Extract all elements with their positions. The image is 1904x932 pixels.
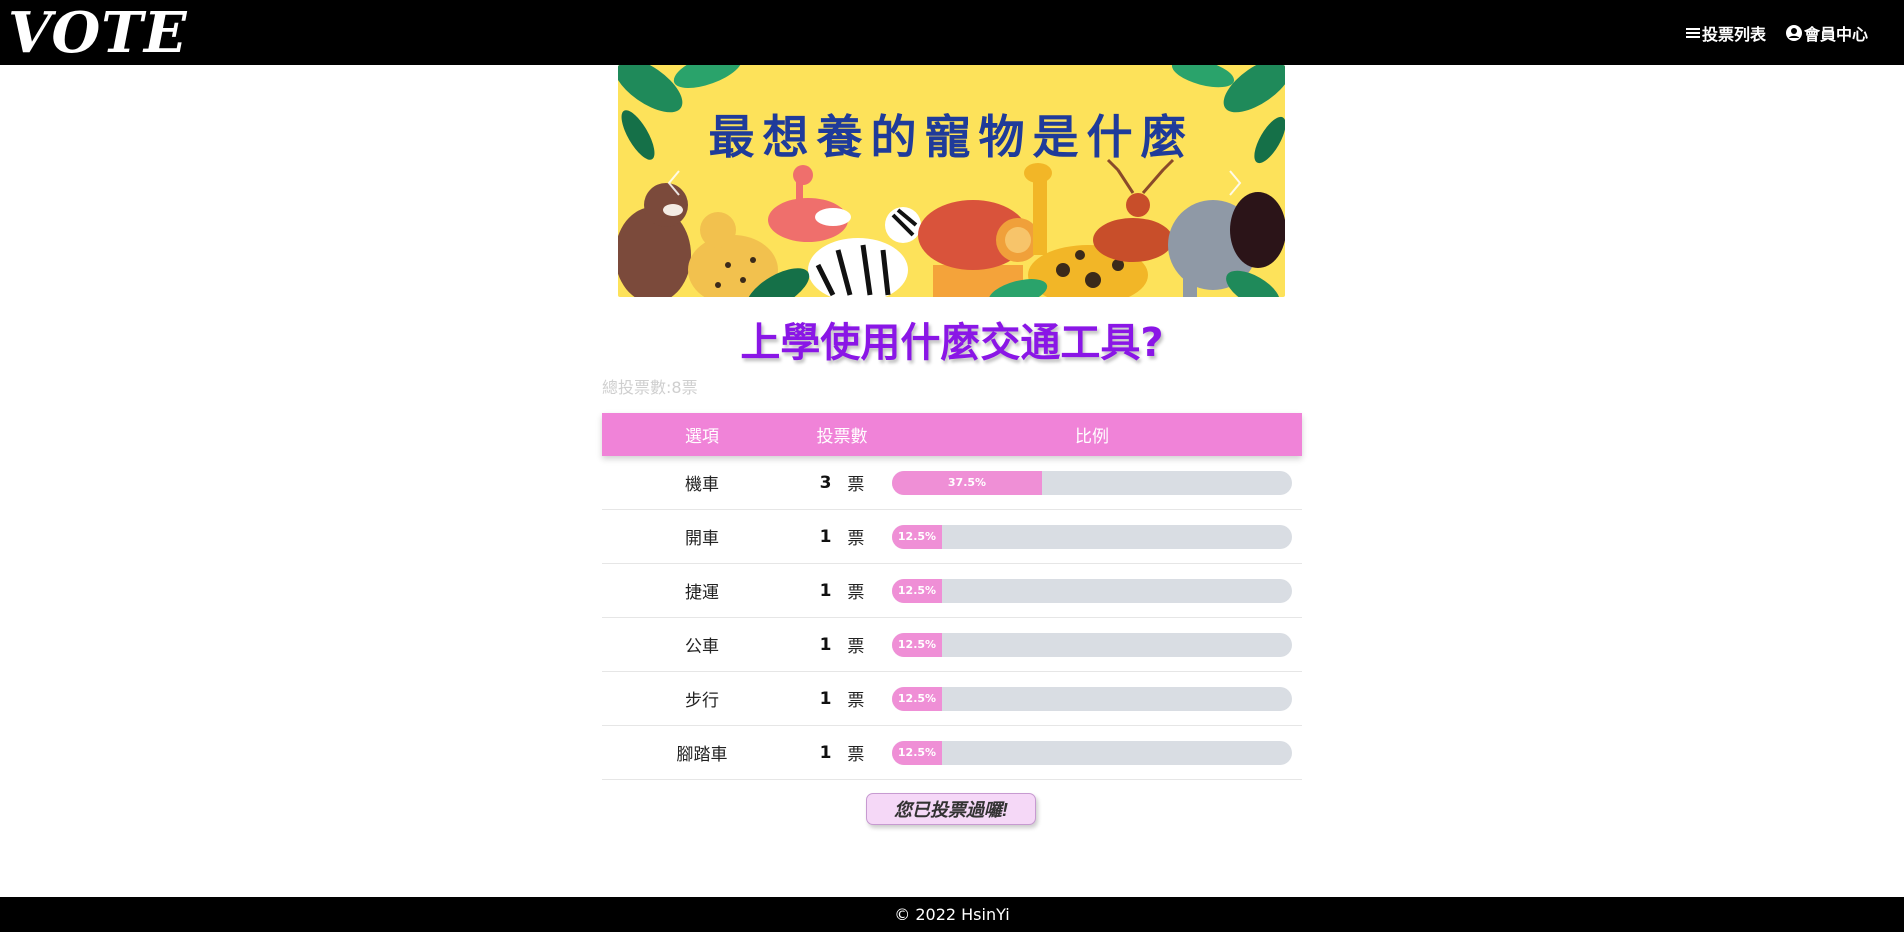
top-navbar: VOTE 投票列表 會員中心 bbox=[0, 0, 1904, 65]
ratio-cell: 12.5% bbox=[882, 686, 1302, 711]
vote-count-number: 1 bbox=[819, 526, 832, 547]
vote-count: 1票 bbox=[802, 632, 882, 658]
poll-title: 上學使用什麼交通工具? bbox=[740, 320, 1164, 366]
progress-track: 12.5% bbox=[892, 740, 1292, 765]
header-ratio: 比例 bbox=[1075, 427, 1109, 447]
vote-count-number: 1 bbox=[819, 742, 832, 763]
banner-illustration bbox=[618, 65, 1285, 297]
carousel-next-button[interactable] bbox=[1215, 163, 1255, 207]
option-label: 步行 bbox=[685, 691, 719, 711]
result-row: 步行 1 票 12.5% bbox=[602, 672, 1302, 726]
poll-banner-carousel: 最想養的寵物是什麼 bbox=[618, 65, 1285, 297]
vote-count: 1票 bbox=[802, 686, 882, 712]
option-label: 公車 bbox=[685, 637, 719, 657]
progress-fill: 12.5% bbox=[892, 632, 942, 657]
progress-track: 37.5% bbox=[892, 470, 1292, 495]
option-label: 機車 bbox=[685, 475, 719, 495]
already-voted-button[interactable]: 您已投票過囉! bbox=[866, 793, 1036, 825]
nav-member-center-link[interactable]: 會員中心 bbox=[1785, 21, 1868, 45]
progress-track: 12.5% bbox=[892, 578, 1292, 603]
carousel-prev-button[interactable] bbox=[654, 163, 694, 207]
vote-count-unit: 票 bbox=[847, 745, 865, 765]
ratio-cell: 12.5% bbox=[882, 740, 1302, 765]
progress-fill: 12.5% bbox=[892, 740, 942, 765]
option-label: 腳踏車 bbox=[676, 745, 728, 765]
ratio-cell: 12.5% bbox=[882, 578, 1302, 603]
site-logo[interactable]: VOTE bbox=[8, 5, 188, 61]
vote-count-unit: 票 bbox=[847, 583, 865, 603]
nav-vote-list-label: 投票列表 bbox=[1701, 24, 1766, 44]
result-row: 腳踏車 1 票 12.5% bbox=[602, 726, 1302, 780]
nav-links: 投票列表 會員中心 bbox=[1685, 21, 1868, 45]
vote-count-number: 1 bbox=[819, 634, 832, 655]
banner-title: 最想養的寵物是什麼 bbox=[708, 110, 1195, 164]
progress-fill: 12.5% bbox=[892, 524, 942, 549]
option-label: 開車 bbox=[685, 529, 719, 549]
vote-count-number: 3 bbox=[819, 472, 832, 493]
ratio-cell: 12.5% bbox=[882, 524, 1302, 549]
header-option: 選項 bbox=[685, 427, 719, 447]
vote-count: 1票 bbox=[802, 578, 882, 604]
result-row: 機車 3 票 37.5% bbox=[602, 456, 1302, 510]
progress-track: 12.5% bbox=[892, 524, 1292, 549]
nav-member-center-label: 會員中心 bbox=[1803, 24, 1868, 44]
vote-count-unit: 票 bbox=[847, 637, 865, 657]
chevron-right-icon bbox=[1228, 169, 1242, 201]
progress-fill: 12.5% bbox=[892, 578, 942, 603]
progress-track: 12.5% bbox=[892, 686, 1292, 711]
result-row: 捷運 1 票 12.5% bbox=[602, 564, 1302, 618]
results-rows: 機車 3 票 37.5% 開車 1 票 12.5% 捷運 1 票 12.5% 公車 1 票 12.5% 步行 1 票… bbox=[602, 456, 1302, 780]
vote-count-unit: 票 bbox=[847, 691, 865, 711]
ratio-cell: 12.5% bbox=[882, 632, 1302, 657]
result-row: 公車 1 票 12.5% bbox=[602, 618, 1302, 672]
progress-fill: 12.5% bbox=[892, 686, 942, 711]
vote-count-unit: 票 bbox=[847, 529, 865, 549]
header-count: 投票數 bbox=[816, 427, 868, 447]
vote-count-unit: 票 bbox=[847, 475, 865, 495]
result-row: 開車 1 票 12.5% bbox=[602, 510, 1302, 564]
vote-count: 1票 bbox=[802, 524, 882, 550]
results-table: 選項 投票數 比例 機車 3 票 37.5% 開車 1 票 12.5% 捷運 1 票 12.5% 公車 1… bbox=[602, 413, 1302, 780]
progress-fill: 37.5% bbox=[892, 470, 1042, 495]
vote-count-number: 1 bbox=[819, 580, 832, 601]
ratio-cell: 37.5% bbox=[882, 470, 1302, 495]
vote-count: 3票 bbox=[802, 470, 882, 496]
vote-count: 1票 bbox=[802, 740, 882, 766]
list-icon bbox=[1685, 26, 1700, 40]
vote-count-number: 1 bbox=[819, 688, 832, 709]
footer-copyright: © 2022 HsinYi bbox=[894, 905, 1010, 924]
footer: © 2022 HsinYi bbox=[0, 897, 1904, 932]
results-header: 選項 投票數 比例 bbox=[602, 413, 1302, 456]
chevron-left-icon bbox=[667, 169, 681, 201]
nav-vote-list-link[interactable]: 投票列表 bbox=[1685, 21, 1766, 45]
progress-track: 12.5% bbox=[892, 632, 1292, 657]
option-label: 捷運 bbox=[685, 583, 719, 603]
total-votes: 總投票數:8票 bbox=[602, 378, 698, 397]
user-circle-icon bbox=[1785, 24, 1802, 41]
